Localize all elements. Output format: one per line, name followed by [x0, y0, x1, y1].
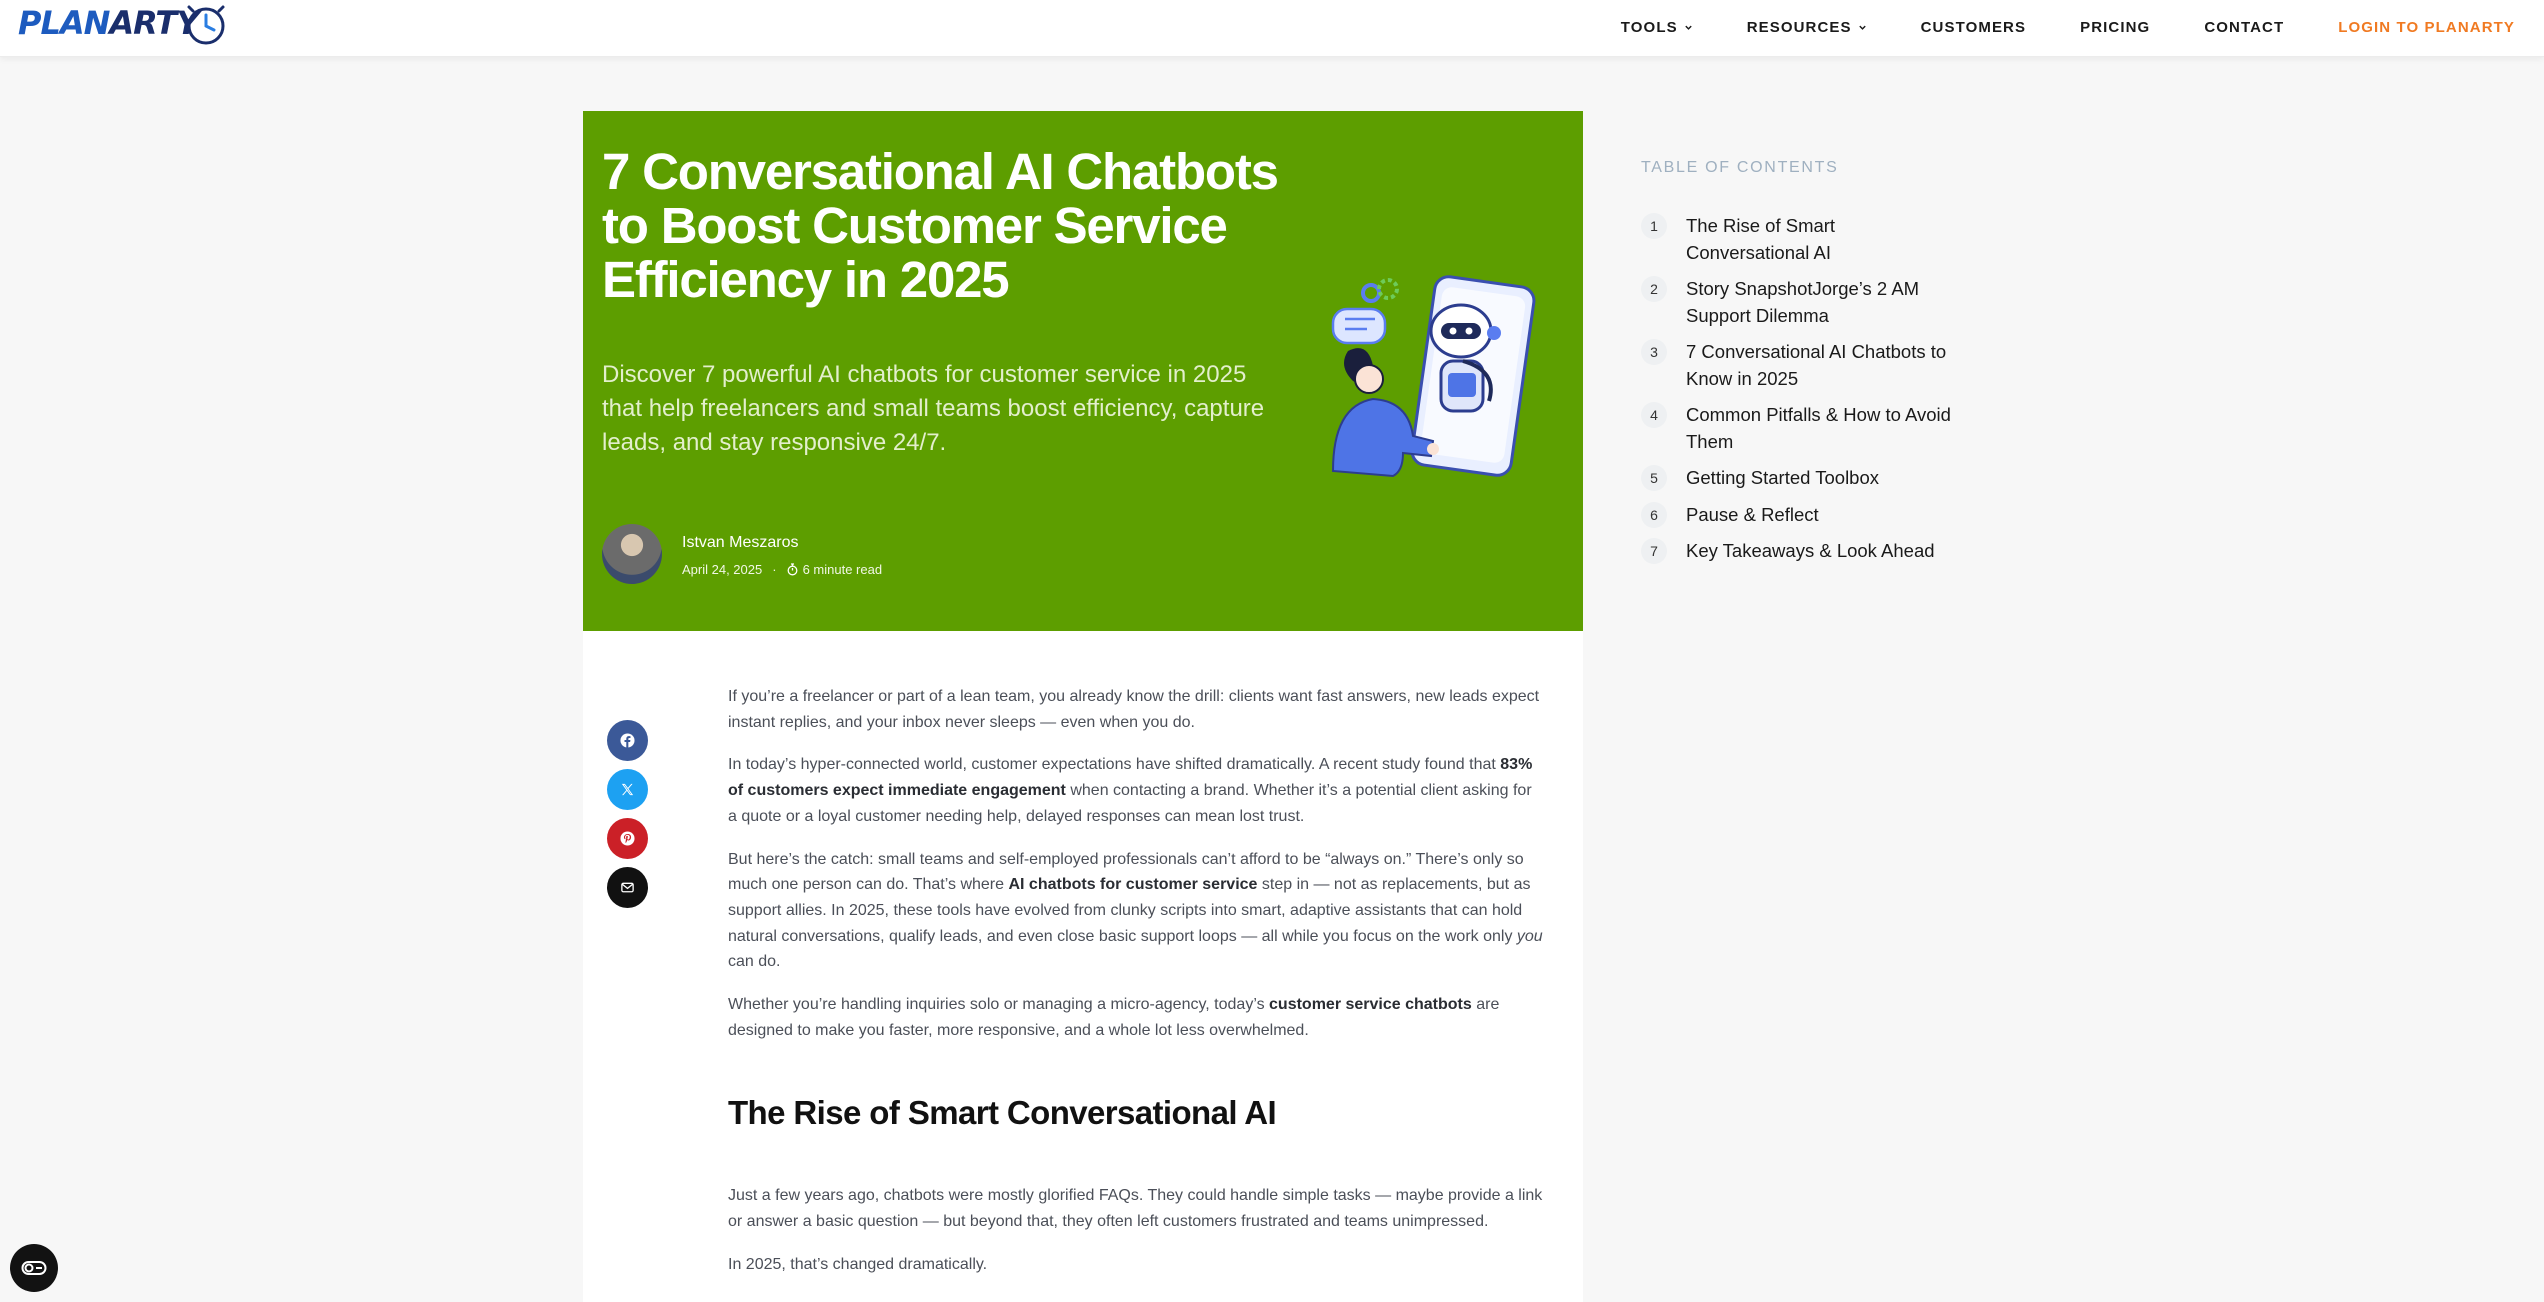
article-card: 7 Conversational AI Chatbots to Boost Cu…: [583, 111, 1583, 1302]
toc-item-4[interactable]: 4 Common Pitfalls & How to Avoid Them: [1641, 402, 1971, 455]
nav-login[interactable]: LOGIN TO PLANARTY: [2338, 19, 2515, 36]
post-meta: April 24, 2025 · 6 minute read: [682, 562, 882, 577]
main-nav: TOOLS RESOURCES CUSTOMERS PRICING CONTAC…: [1567, 0, 2515, 54]
clock-icon: [187, 5, 225, 45]
toc-label: Story SnapshotJorge’s 2 AM Support Dilem…: [1686, 278, 1920, 326]
table-of-contents: TABLE OF CONTENTS 1 The Rise of Smart Con…: [1641, 159, 1971, 575]
share-buttons: [607, 720, 648, 916]
paragraph-intro: If you’re a freelancer or part of a lean…: [728, 688, 1540, 731]
toc-label: Key Takeaways & Look Ahead: [1686, 540, 1935, 561]
toc-number: 7: [1641, 538, 1667, 564]
section-heading: The Rise of Smart Conversational AI: [728, 1094, 1277, 1132]
toc-title: TABLE OF CONTENTS: [1641, 159, 1839, 176]
toc-label: Getting Started Toolbox: [1686, 467, 1880, 488]
toc-label: The Rise of Smart Conversational AI: [1686, 215, 1836, 263]
paragraph-expectations: In today’s hyper-connected world, custom…: [728, 752, 1543, 829]
article-description: Discover 7 powerful AI chatbots for cust…: [602, 361, 1265, 456]
chatbot-illustration: [1331, 275, 1536, 478]
text-segment: Whether you’re handling inquiries solo o…: [728, 996, 1270, 1014]
paragraph-catch: But here’s the catch: small teams and se…: [728, 847, 1543, 976]
chevron-down-icon: [1684, 25, 1692, 30]
article-body: If you’re a freelancer or part of a lean…: [728, 684, 1543, 1295]
read-time: 6 minute read: [802, 561, 883, 577]
toc-item-5[interactable]: 5 Getting Started Toolbox: [1641, 465, 1971, 492]
toc-number: 6: [1641, 501, 1667, 528]
hero-banner: 7 Conversational AI Chatbots to Boost Cu…: [583, 111, 1583, 631]
nav-contact[interactable]: CONTACT: [2204, 19, 2284, 36]
nav-tools-label: TOOLS: [1620, 18, 1678, 36]
toc-label: Pause & Reflect: [1686, 503, 1819, 525]
author-avatar[interactable]: [602, 524, 662, 584]
paragraph-history: Just a few years ago, chatbots were most…: [728, 1187, 1543, 1231]
facebook-icon: [620, 733, 635, 748]
meta-separator: ·: [772, 561, 777, 577]
x-icon: [621, 783, 634, 796]
toc-item-2[interactable]: 2 Story SnapshotJorge’s 2 AM Support Dile…: [1641, 276, 1971, 329]
paragraph-microagency: Whether you’re handling inquiries solo o…: [728, 992, 1543, 1043]
toc-number: 3: [1641, 339, 1667, 365]
toc-label: 7 Conversational AI Chatbots to Know in …: [1686, 341, 1947, 389]
nav-tools[interactable]: TOOLS: [1621, 19, 1693, 36]
share-x-button[interactable]: [607, 769, 648, 810]
chevron-down-icon: [1858, 25, 1866, 30]
nav-customers[interactable]: CUSTOMERS: [1921, 19, 2026, 36]
nav-resources[interactable]: RESOURCES: [1747, 19, 1867, 36]
toc-number: 1: [1641, 213, 1667, 239]
email-icon: [621, 882, 634, 893]
text-segment: can do.: [728, 953, 781, 971]
toc-item-3[interactable]: 3 7 Conversational AI Chatbots to Know in…: [1641, 339, 1971, 392]
toc-label: Common Pitfalls & How to Avoid Them: [1686, 404, 1951, 452]
nav-resources-label: RESOURCES: [1746, 18, 1852, 36]
text-segment: In today’s hyper-connected world, custom…: [728, 756, 1501, 774]
site-header: PLAN ARTY TOOLS RESOURCES CUSTOMERS PRICI…: [0, 0, 2544, 57]
article-title: 7 Conversational AI Chatbots to Boost Cu…: [602, 143, 1279, 308]
author-block: Istvan Meszaros April 24, 2025 · 6 minut…: [602, 524, 882, 584]
toc-item-6[interactable]: 6 Pause & Reflect: [1641, 501, 1971, 529]
italic-word: you: [1516, 927, 1543, 945]
pinterest-icon: [620, 831, 635, 846]
bold-keyword: AI chatbots for customer service: [1008, 876, 1258, 894]
post-date: April 24, 2025: [682, 561, 763, 577]
author-name[interactable]: Istvan Meszaros: [682, 532, 882, 554]
stopwatch-icon: [787, 562, 798, 575]
nav-pricing[interactable]: PRICING: [2080, 19, 2150, 36]
logo-plan-text: PLAN: [18, 4, 110, 42]
paragraph-change: In 2025, that’s changed dramatically.: [728, 1255, 988, 1273]
toc-number: 2: [1641, 276, 1667, 302]
planarty-logo[interactable]: PLAN ARTY: [18, 0, 228, 46]
toc-number: 4: [1641, 402, 1667, 428]
bold-keyword: customer service chatbots: [1269, 996, 1472, 1014]
accessibility-toggle-icon: [21, 1261, 47, 1275]
author-meta: Istvan Meszaros April 24, 2025 · 6 minut…: [682, 532, 882, 577]
toc-number: 5: [1641, 465, 1667, 491]
toc-item-1[interactable]: 1 The Rise of Smart Conversational AI: [1641, 213, 1971, 266]
share-pinterest-button[interactable]: [607, 818, 648, 859]
share-facebook-button[interactable]: [607, 720, 648, 761]
toc-item-7[interactable]: 7 Key Takeaways & Look Ahead: [1641, 538, 1971, 565]
share-email-button[interactable]: [607, 867, 648, 908]
accessibility-button[interactable]: [10, 1244, 58, 1292]
